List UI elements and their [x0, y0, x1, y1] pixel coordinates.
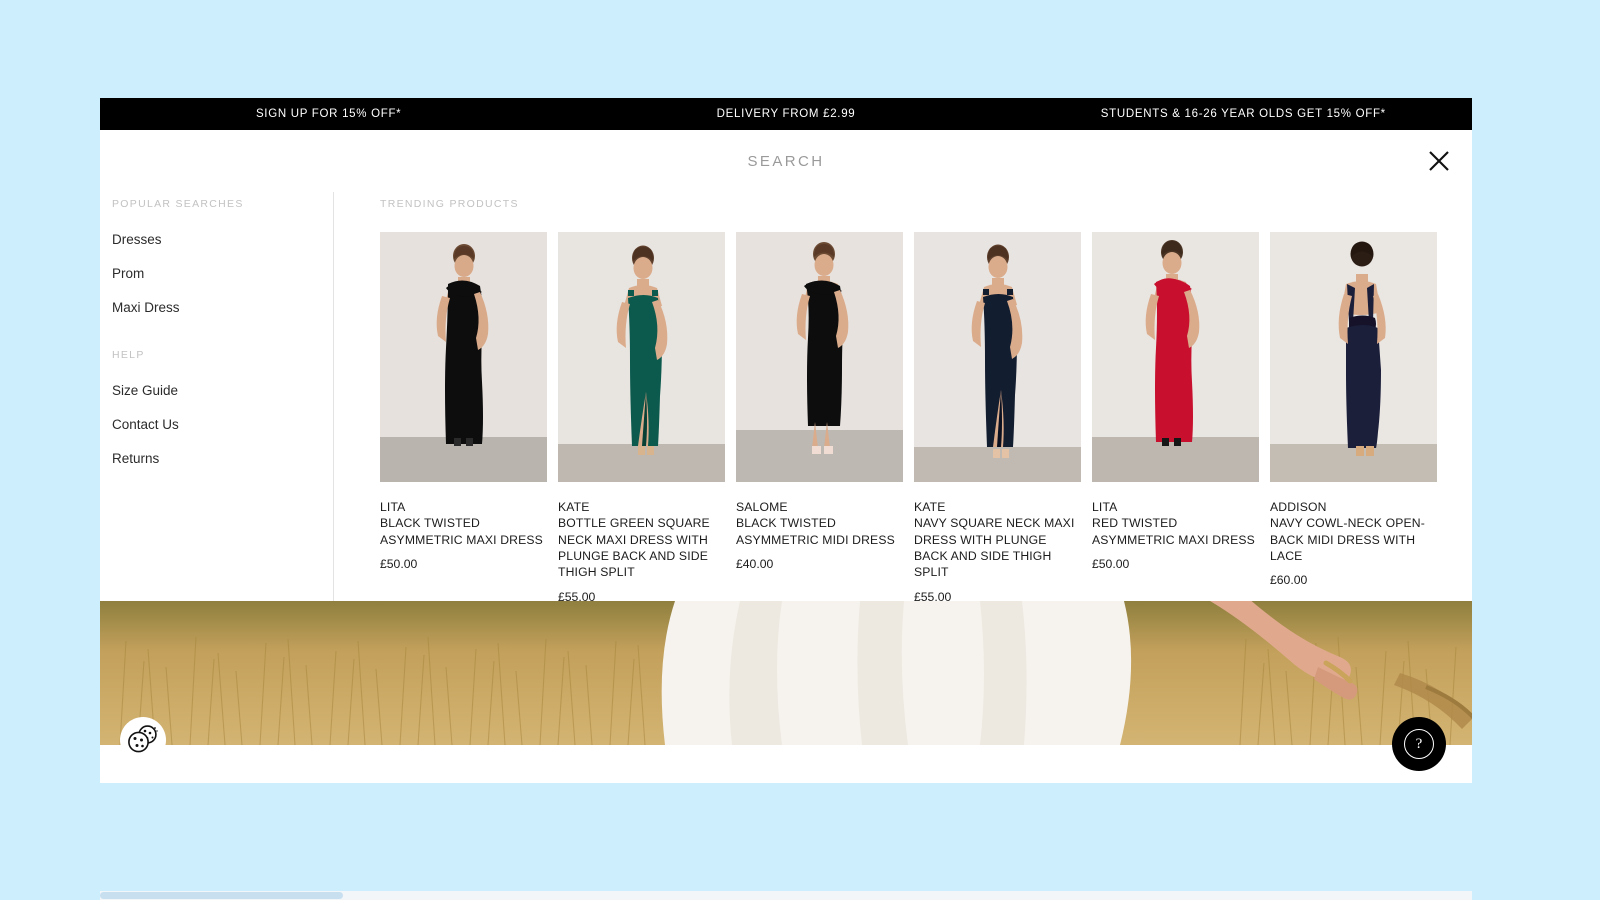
search-input[interactable] [476, 152, 1096, 170]
question-mark-icon: ? [1404, 729, 1434, 759]
product-title: NAVY SQUARE NECK MAXI DRESS WITH PLUNGE … [914, 516, 1075, 580]
product-price: £50.00 [1092, 557, 1130, 572]
product-name: KATE [558, 500, 590, 514]
product-card[interactable]: ADDISON NAVY COWL-NECK OPEN-BACK MIDI DR… [1270, 232, 1437, 604]
product-price: £50.00 [380, 557, 418, 572]
hero-footer-bar [100, 745, 1472, 783]
product-image[interactable] [1092, 232, 1259, 482]
page-scrollbar-track[interactable] [100, 891, 1472, 900]
product-title: BOTTLE GREEN SQUARE NECK MAXI DRESS WITH… [558, 516, 710, 580]
search-bar [100, 130, 1472, 192]
promo-item-students[interactable]: STUDENTS & 16-26 YEAR OLDS GET 15% OFF* [1015, 108, 1472, 120]
product-image[interactable] [736, 232, 903, 482]
product-card[interactable]: LITA RED TWISTED ASYMMETRIC MAXI DRESS £… [1092, 232, 1259, 604]
sidebar-item-prom[interactable]: Prom [112, 266, 333, 281]
product-title: RED TWISTED ASYMMETRIC MAXI DRESS [1092, 516, 1255, 547]
sidebar-item-size-guide[interactable]: Size Guide [112, 383, 333, 398]
product-price: £40.00 [736, 557, 774, 572]
trending-products-area: TRENDING PRODUCTS LITA BLACK TWISTED ASY… [334, 192, 1472, 604]
close-icon [1428, 150, 1450, 172]
product-image[interactable] [380, 232, 547, 482]
product-image[interactable] [1270, 232, 1437, 482]
search-panel-body: POPULAR SEARCHES Dresses Prom Maxi Dress… [100, 192, 1472, 604]
sidebar-item-returns[interactable]: Returns [112, 451, 333, 466]
product-image[interactable] [914, 232, 1081, 482]
product-title: BLACK TWISTED ASYMMETRIC MIDI DRESS [736, 516, 895, 547]
page-scrollbar-thumb[interactable] [100, 892, 343, 899]
product-card[interactable]: SALOME BLACK TWISTED ASYMMETRIC MIDI DRE… [736, 232, 903, 604]
cookie-icon [127, 724, 159, 757]
promo-item-delivery[interactable]: DELIVERY FROM £2.99 [557, 108, 1014, 120]
popular-searches-heading: POPULAR SEARCHES [112, 198, 244, 210]
product-name: LITA [1092, 500, 1118, 514]
product-card[interactable]: KATE NAVY SQUARE NECK MAXI DRESS WITH PL… [914, 232, 1081, 604]
help-heading: HELP [112, 349, 145, 361]
sidebar-item-maxi-dress[interactable]: Maxi Dress [112, 300, 333, 315]
sidebar-item-contact-us[interactable]: Contact Us [112, 417, 333, 432]
promo-item-signup[interactable]: SIGN UP FOR 15% OFF* [100, 108, 557, 120]
search-overlay-panel: POPULAR SEARCHES Dresses Prom Maxi Dress… [100, 130, 1472, 633]
product-name: SALOME [736, 500, 788, 514]
trending-products-grid: LITA BLACK TWISTED ASYMMETRIC MAXI DRESS… [380, 232, 1472, 604]
close-search-button[interactable] [1422, 144, 1456, 178]
promo-bar: SIGN UP FOR 15% OFF* DELIVERY FROM £2.99… [100, 98, 1472, 130]
product-name: LITA [380, 500, 406, 514]
product-image[interactable] [558, 232, 725, 482]
search-sidebar: POPULAR SEARCHES Dresses Prom Maxi Dress… [112, 192, 334, 604]
product-name: ADDISON [1270, 500, 1327, 514]
product-title: BLACK TWISTED ASYMMETRIC MAXI DRESS [380, 516, 543, 547]
browser-viewport: SIGN UP FOR 15% OFF* DELIVERY FROM £2.99… [100, 98, 1472, 783]
product-price: £60.00 [1270, 573, 1308, 588]
product-card[interactable]: LITA BLACK TWISTED ASYMMETRIC MAXI DRESS… [380, 232, 547, 604]
product-card[interactable]: KATE BOTTLE GREEN SQUARE NECK MAXI DRESS… [558, 232, 725, 604]
trending-products-heading: TRENDING PRODUCTS [380, 198, 519, 210]
product-name: KATE [914, 500, 946, 514]
product-title: NAVY COWL-NECK OPEN-BACK MIDI DRESS WITH… [1270, 516, 1425, 564]
cookie-settings-button[interactable] [120, 717, 166, 763]
help-button[interactable]: ? [1392, 717, 1446, 771]
sidebar-item-dresses[interactable]: Dresses [112, 232, 333, 247]
